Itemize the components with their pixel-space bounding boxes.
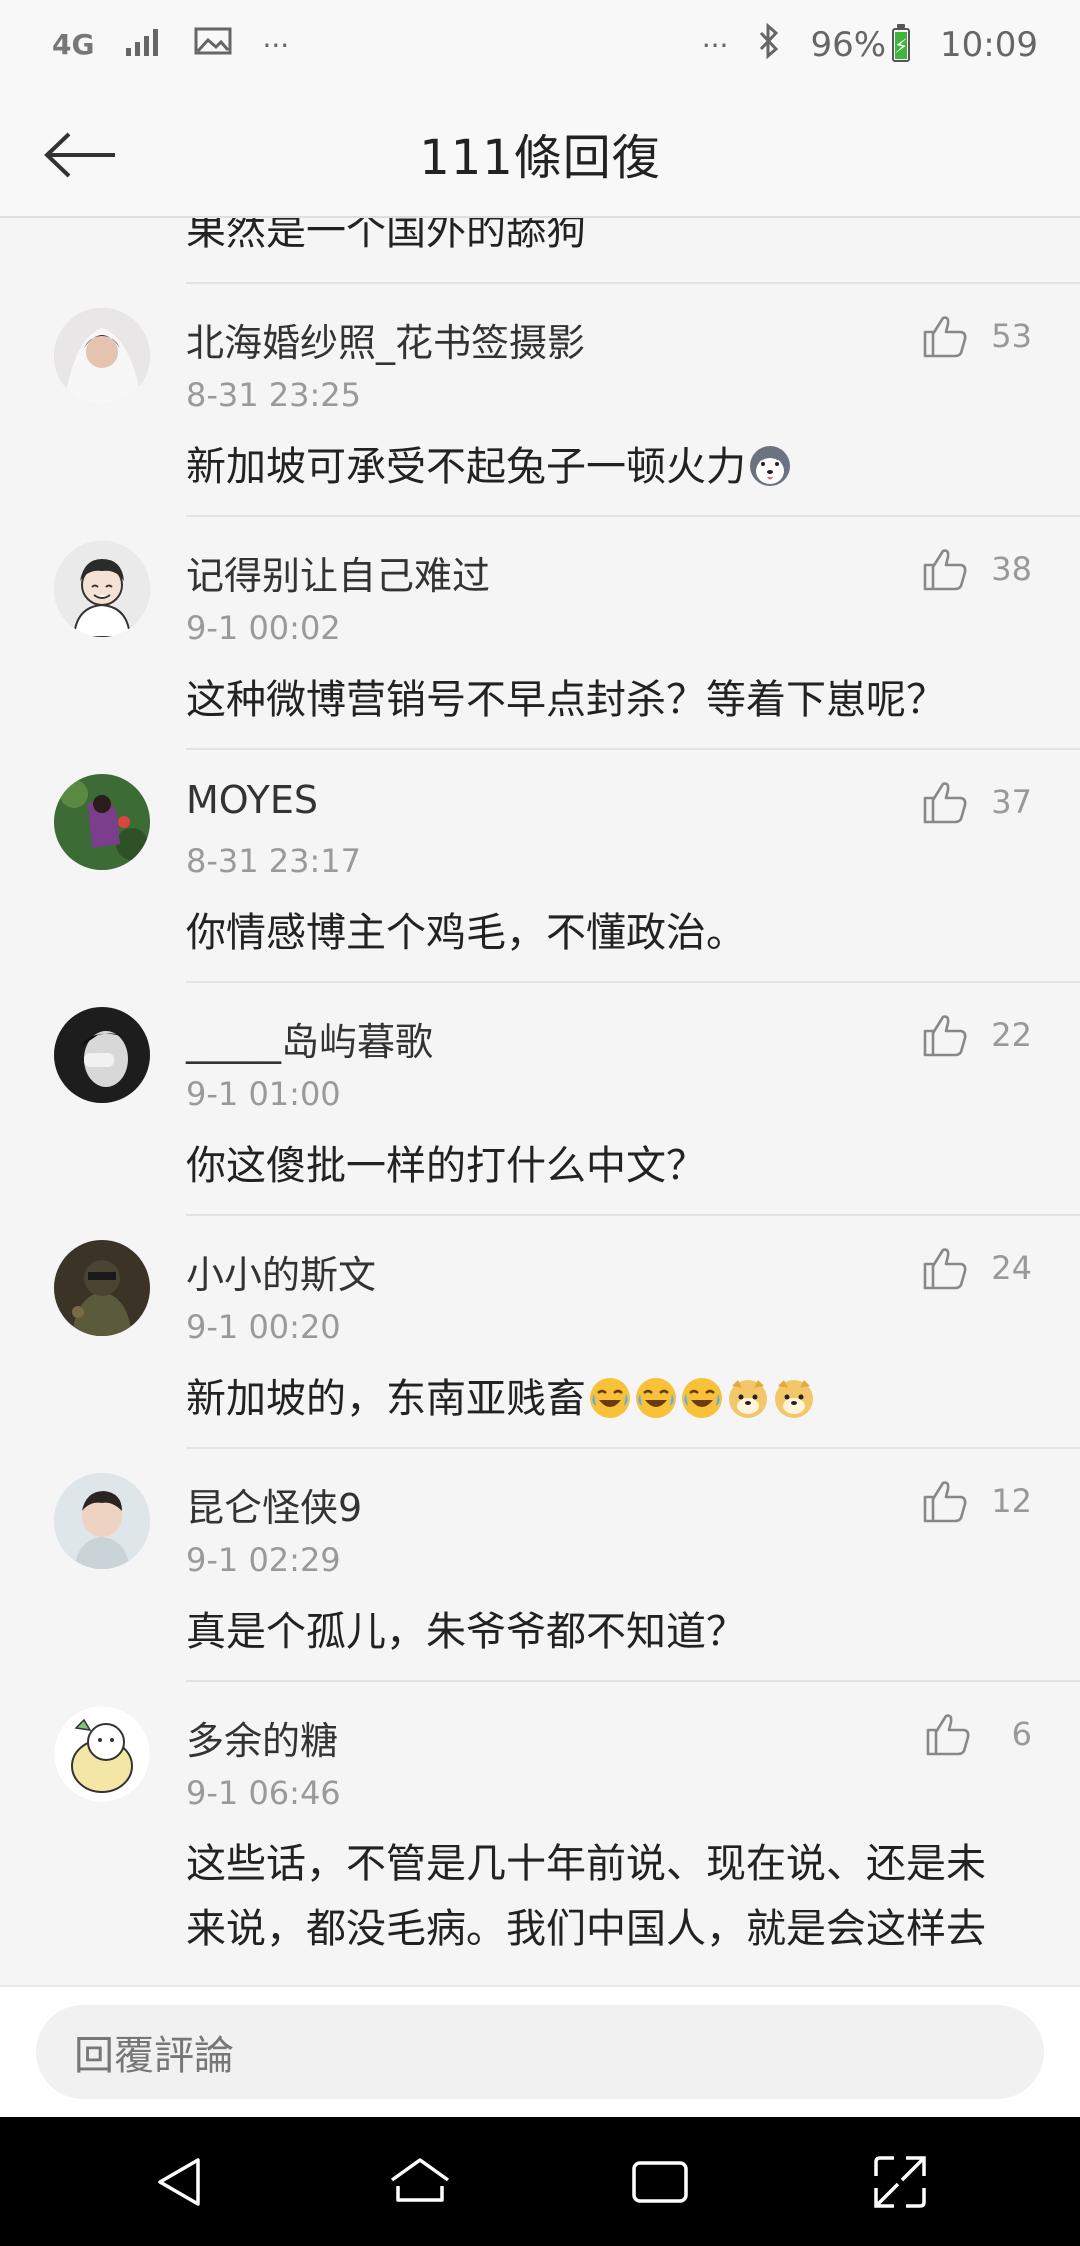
laugh-cry-emoji bbox=[636, 1378, 676, 1418]
system-nav-bar bbox=[0, 2117, 1080, 2246]
clock: 10:09 bbox=[940, 25, 1038, 65]
partial-comment-text: 果然是一个国外的舔狗 bbox=[186, 218, 586, 254]
reply-bar: 回覆評論 bbox=[0, 1985, 1080, 2117]
comment-item[interactable]: _____岛屿暮歌 9-1 01:00 你这傻批一样的打什么中文？ 22 bbox=[0, 983, 1080, 1216]
home-icon bbox=[390, 2157, 450, 2202]
comment-item[interactable]: 小小的斯文 9-1 00:20 新加坡的，东南亚贱畜 24 bbox=[0, 1216, 1080, 1449]
back-arrow-icon bbox=[44, 132, 115, 178]
comment-time: 9-1 06:46 bbox=[186, 1774, 341, 1812]
laugh-cry-emoji bbox=[590, 1378, 630, 1418]
comment-body: 新加坡的，东南亚贱畜 bbox=[186, 1376, 586, 1422]
back-button[interactable] bbox=[40, 120, 120, 190]
comment-author[interactable]: 多余的糖 bbox=[186, 1710, 338, 1765]
page-title: 111條回復 bbox=[419, 130, 661, 186]
like-button[interactable]: 37 bbox=[921, 778, 1032, 826]
status-bar-right: ··· 96% ⚡ 10:09 bbox=[701, 22, 1038, 68]
like-button[interactable]: 38 bbox=[921, 545, 1032, 593]
expand-icon bbox=[874, 2155, 926, 2208]
thumbs-up-icon bbox=[923, 1481, 967, 1523]
avatar[interactable] bbox=[54, 1473, 150, 1569]
comment-text-line: 这些话，不管是几十年前说、现在说、还是未 bbox=[186, 1841, 986, 1887]
comment-author[interactable]: 小小的斯文 bbox=[186, 1244, 376, 1299]
like-count: 12 bbox=[991, 1482, 1032, 1520]
avatar[interactable] bbox=[54, 541, 150, 637]
comment-author[interactable]: MOYES bbox=[186, 778, 318, 822]
bluetooth-icon bbox=[758, 22, 780, 68]
recents-icon bbox=[632, 2160, 688, 2203]
comment-time: 9-1 02:29 bbox=[186, 1541, 341, 1579]
thumbs-up-icon bbox=[923, 549, 967, 591]
comment-body: 新加坡可承受不起兔子一顿火力 bbox=[186, 444, 746, 490]
comment-text: 新加坡的，东南亚贱畜 bbox=[186, 1366, 816, 1424]
comment-author[interactable]: 记得别让自己难过 bbox=[186, 545, 490, 600]
comment-item[interactable]: 多余的糖 9-1 06:46 这些话，不管是几十年前说、现在说、还是未 来说，都… bbox=[0, 1682, 1080, 1985]
back-triangle-icon bbox=[158, 2157, 200, 2206]
comment-item[interactable]: 昆仑怪侠9 9-1 02:29 真是个孤儿，朱爷爷都不知道？ 12 bbox=[0, 1449, 1080, 1682]
thumbs-up-icon bbox=[923, 1015, 967, 1057]
thumbs-up-icon bbox=[926, 1714, 970, 1756]
like-count: 24 bbox=[991, 1249, 1032, 1287]
like-count: 37 bbox=[991, 783, 1032, 821]
thumbs-up-icon bbox=[923, 316, 967, 358]
comment-item[interactable]: 北海婚纱照_花书签摄影 8-31 23:25 新加坡可承受不起兔子一顿火力 53 bbox=[0, 284, 1080, 517]
comment-text: 你这傻批一样的打什么中文？ bbox=[186, 1143, 706, 1189]
comment-time: 9-1 01:00 bbox=[186, 1075, 341, 1113]
comment-text: 这种微博营销号不早点封杀？等着下崽呢？ bbox=[186, 677, 946, 723]
like-count: 6 bbox=[1011, 1715, 1032, 1753]
avatar[interactable] bbox=[54, 1240, 150, 1336]
comment-text: 真是个孤儿，朱爷爷都不知道？ bbox=[186, 1609, 746, 1655]
comment-time: 9-1 00:20 bbox=[186, 1308, 341, 1346]
nav-back-button[interactable] bbox=[135, 2137, 225, 2227]
like-count: 22 bbox=[991, 1016, 1032, 1054]
battery-group: 96% ⚡ bbox=[810, 24, 911, 65]
like-button[interactable]: 22 bbox=[921, 1011, 1032, 1059]
nav-expand-button[interactable] bbox=[855, 2137, 945, 2227]
comment-text: 你情感博主个鸡毛，不懂政治。 bbox=[186, 910, 746, 956]
doge-emoji bbox=[775, 1380, 813, 1418]
battery-percent: 96% bbox=[810, 25, 887, 65]
comment-time: 8-31 23:25 bbox=[186, 376, 362, 414]
signal-icon bbox=[124, 25, 164, 65]
comment-author[interactable]: _____岛屿暮歌 bbox=[186, 1011, 433, 1066]
comment-time: 9-1 00:02 bbox=[186, 609, 341, 647]
avatar[interactable] bbox=[54, 308, 150, 404]
nav-home-button[interactable] bbox=[375, 2137, 465, 2227]
status-bar: 4G ··· ··· 96% ⚡ 10:09 bbox=[0, 0, 1080, 90]
reply-list[interactable]: 果然是一个国外的舔狗 北海婚纱照_花书签摄影 8-31 23:25 新加坡可承受… bbox=[0, 218, 1080, 1985]
doge-emoji bbox=[729, 1380, 767, 1418]
header: 111條回復 bbox=[0, 90, 1080, 218]
laugh-cry-emoji bbox=[682, 1378, 722, 1418]
battery-icon: ⚡ bbox=[892, 24, 911, 62]
avatar[interactable] bbox=[54, 1007, 150, 1103]
comment-text: 这些话，不管是几十年前说、现在说、还是未 来说，都没毛病。我们中国人，就是会这样… bbox=[186, 1832, 1036, 1962]
comment-author[interactable]: 昆仑怪侠9 bbox=[186, 1477, 362, 1532]
more-dots-right: ··· bbox=[701, 28, 729, 62]
like-button[interactable]: 12 bbox=[921, 1477, 1032, 1525]
comment-item[interactable]: 记得别让自己难过 9-1 00:02 这种微博营销号不早点封杀？等着下崽呢？ 3… bbox=[0, 517, 1080, 750]
thumbs-up-icon bbox=[923, 1248, 967, 1290]
status-bar-left: 4G ··· bbox=[52, 25, 289, 65]
avatar[interactable] bbox=[54, 1706, 150, 1802]
screen: 4G ··· ··· 96% ⚡ 10:09 111條回復 果然是一个国外的舔狗… bbox=[0, 0, 1080, 2246]
like-button[interactable]: 6 bbox=[924, 1710, 1032, 1758]
comment-text: 新加坡可承受不起兔子一顿火力 bbox=[186, 434, 792, 492]
nav-recents-button[interactable] bbox=[615, 2137, 705, 2227]
comment-text-line: 来说，都没毛病。我们中国人，就是会这样去 bbox=[186, 1906, 986, 1952]
network-type: 4G bbox=[52, 28, 95, 61]
husky-face-emoji bbox=[750, 446, 790, 486]
like-button[interactable]: 24 bbox=[921, 1244, 1032, 1292]
comment-item[interactable]: MOYES 8-31 23:17 你情感博主个鸡毛，不懂政治。 37 bbox=[0, 750, 1080, 983]
more-dots: ··· bbox=[262, 28, 290, 62]
like-count: 53 bbox=[991, 317, 1032, 355]
like-button[interactable]: 53 bbox=[921, 312, 1032, 360]
reply-input[interactable]: 回覆評論 bbox=[36, 2005, 1044, 2099]
avatar[interactable] bbox=[54, 774, 150, 870]
like-count: 38 bbox=[991, 550, 1032, 588]
comment-author[interactable]: 北海婚纱照_花书签摄影 bbox=[186, 312, 585, 367]
thumbs-up-icon bbox=[923, 782, 967, 824]
comment-time: 8-31 23:17 bbox=[186, 842, 362, 880]
image-icon bbox=[194, 25, 232, 65]
